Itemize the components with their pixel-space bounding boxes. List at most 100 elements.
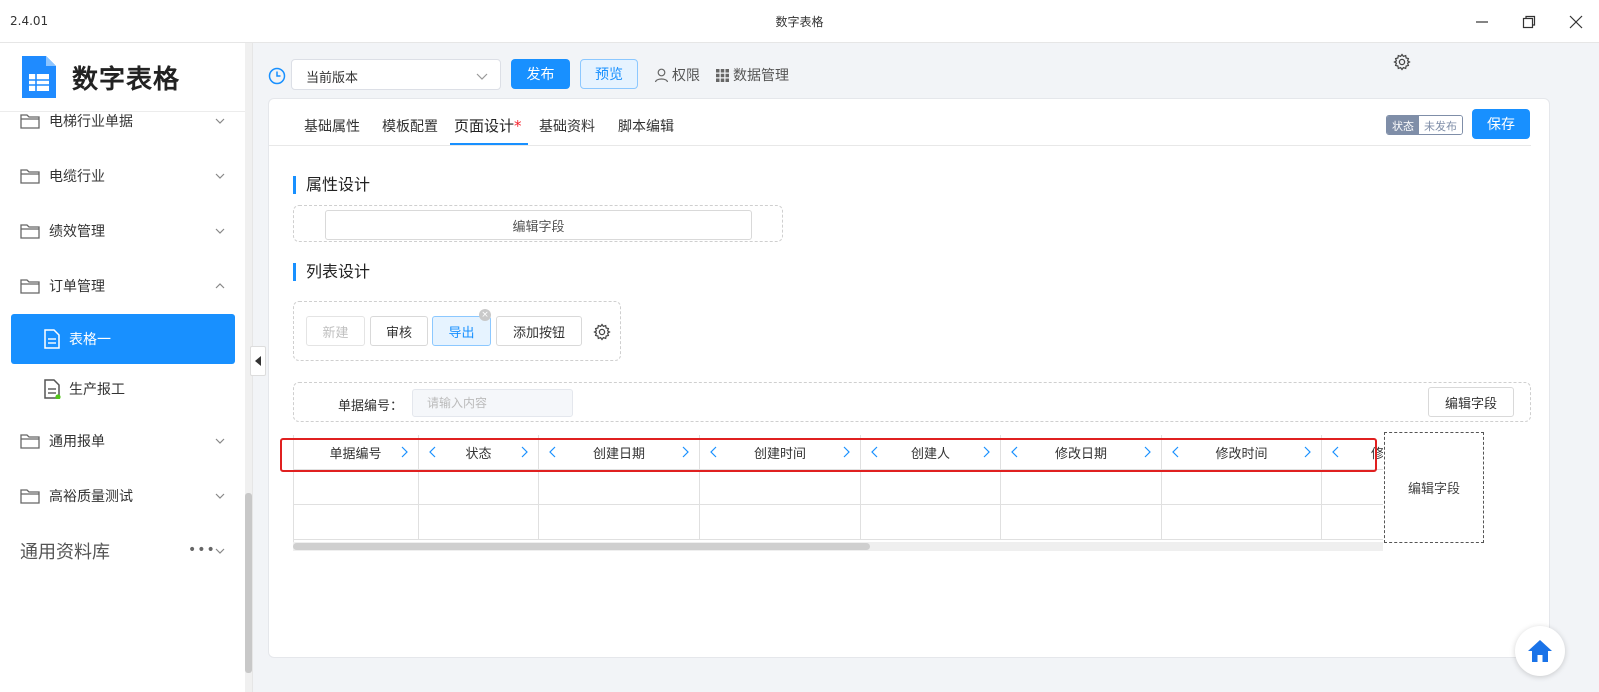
permission-link[interactable]: 权限 xyxy=(654,65,700,85)
folder-icon xyxy=(20,489,40,504)
sidebar: 电梯行业单据 电缆行业 绩效管理 订单管理 表格一 生产报工 通用报单 高裕质量… xyxy=(0,43,253,692)
table-row xyxy=(293,505,1383,540)
publish-button[interactable]: 发布 xyxy=(511,59,570,89)
chevron-down-icon[interactable] xyxy=(214,545,226,557)
document-icon xyxy=(44,379,61,399)
table-cell xyxy=(293,505,419,540)
sidebar-item-cable[interactable]: 电缆行业 xyxy=(0,151,247,201)
chevron-right-icon[interactable] xyxy=(518,445,530,459)
collapse-sidebar-button[interactable] xyxy=(250,346,266,376)
chevron-left-icon[interactable] xyxy=(1170,445,1182,459)
more-icon[interactable]: ••• xyxy=(188,542,216,558)
scrollbar-thumb[interactable] xyxy=(245,493,252,673)
chevron-left-icon[interactable] xyxy=(1009,445,1021,459)
chevron-left-icon[interactable] xyxy=(1330,445,1342,459)
add-button-button[interactable]: 添加按钮 xyxy=(496,316,582,346)
sidebar-subitem-label: 表格一 xyxy=(69,332,111,348)
preview-button[interactable]: 预览 xyxy=(580,59,638,89)
sidebar-divider xyxy=(0,111,252,112)
chevron-right-icon[interactable] xyxy=(1301,445,1313,459)
sidebar-item-orders[interactable]: 订单管理 xyxy=(0,261,247,311)
tab-script-edit[interactable]: 脚本编辑 xyxy=(618,116,674,136)
column-header[interactable]: 修改时间 xyxy=(1162,435,1322,470)
chevron-left-icon[interactable] xyxy=(708,445,720,459)
sidebar-item-label: 绩效管理 xyxy=(49,224,105,240)
sidebar-subitem-production-report[interactable]: 生产报工 xyxy=(11,364,235,414)
tab-basic-properties[interactable]: 基础属性 xyxy=(304,116,360,136)
table-horizontal-scrollbar[interactable] xyxy=(293,542,1383,551)
column-header[interactable]: 创建人 xyxy=(861,435,1001,470)
data-manage-link[interactable]: 数据管理 xyxy=(715,65,789,85)
folder-icon xyxy=(20,279,40,294)
tab-template-config[interactable]: 模板配置 xyxy=(382,116,438,136)
folder-icon xyxy=(20,169,40,184)
column-header[interactable]: 单据编号 xyxy=(293,435,419,470)
chevron-left-icon[interactable] xyxy=(427,445,439,459)
chevron-right-icon[interactable] xyxy=(398,445,410,459)
restore-button[interactable] xyxy=(1515,8,1543,36)
folder-icon xyxy=(20,114,40,129)
version-select[interactable]: 当前版本 xyxy=(291,59,501,90)
table-cell xyxy=(293,470,419,505)
close-button[interactable] xyxy=(1562,8,1590,36)
column-header-label: 状态 xyxy=(465,446,492,462)
filter-edit-field-button[interactable]: 编辑字段 xyxy=(1428,387,1514,417)
chevron-right-icon[interactable] xyxy=(840,445,852,459)
table-cell xyxy=(419,505,539,540)
caret-left-icon xyxy=(255,356,261,366)
filter-area: 单据编号： 编辑字段 xyxy=(293,382,1531,422)
chevron-up-icon xyxy=(215,283,225,289)
column-header-label: 修改日期 xyxy=(1054,446,1107,462)
attr-edit-field-button[interactable]: 编辑字段 xyxy=(325,210,752,240)
minimize-button[interactable] xyxy=(1468,8,1496,36)
attr-design-area: 编辑字段 xyxy=(293,205,783,242)
new-button[interactable]: 新建 xyxy=(306,316,365,346)
user-icon xyxy=(654,68,669,82)
column-header[interactable]: 修改日期 xyxy=(1001,435,1162,470)
sidebar-item-label: 高裕质量测试 xyxy=(49,489,133,505)
attr-design-title: 属性设计 xyxy=(293,176,370,194)
tab-page-design[interactable]: 页面设计* xyxy=(454,115,522,136)
table-edit-field-button[interactable]: 编辑字段 xyxy=(1384,432,1484,543)
table-cell xyxy=(1001,470,1162,505)
document-icon xyxy=(44,329,60,349)
chevron-right-icon[interactable] xyxy=(1141,445,1153,459)
button-settings-gear-icon[interactable] xyxy=(593,323,611,341)
chevron-down-icon xyxy=(215,173,225,179)
sidebar-item-label: 电缆行业 xyxy=(49,169,105,185)
scrollbar-thumb[interactable] xyxy=(293,543,870,550)
column-header[interactable]: 创建日期 xyxy=(539,435,700,470)
column-header[interactable]: 修 xyxy=(1322,435,1383,470)
sidebar-item-general-report[interactable]: 通用报单 xyxy=(0,416,247,466)
tab-basic-data[interactable]: 基础资料 xyxy=(539,116,595,136)
save-button[interactable]: 保存 xyxy=(1472,109,1530,139)
chevron-right-icon[interactable] xyxy=(980,445,992,459)
table-cell xyxy=(1322,470,1383,505)
column-header-label: 修改时间 xyxy=(1215,446,1268,462)
sidebar-subitem-table-one[interactable]: 表格一 xyxy=(11,314,235,364)
sidebar-subitem-label: 生产报工 xyxy=(69,382,125,398)
chevron-right-icon[interactable] xyxy=(679,445,691,459)
home-button[interactable] xyxy=(1515,626,1565,676)
column-header[interactable]: 创建时间 xyxy=(700,435,861,470)
doc-number-input[interactable] xyxy=(412,389,573,417)
column-header[interactable]: 状态 xyxy=(419,435,539,470)
audit-button[interactable]: 审核 xyxy=(370,316,428,346)
table-cell xyxy=(1162,470,1322,505)
chevron-left-icon[interactable] xyxy=(869,445,881,459)
folder-icon xyxy=(20,434,40,449)
sidebar-item-label: 订单管理 xyxy=(49,279,105,295)
sidebar-item-quality-test[interactable]: 高裕质量测试 xyxy=(0,471,247,521)
sidebar-item-performance[interactable]: 绩效管理 xyxy=(0,206,247,256)
chevron-left-icon[interactable] xyxy=(547,445,559,459)
table-cell xyxy=(539,470,700,505)
remove-export-icon[interactable]: × xyxy=(479,309,491,321)
tab-bar: 基础属性 模板配置 页面设计* 基础资料 脚本编辑 状态 未发布 保存 xyxy=(269,99,1531,146)
chevron-down-icon xyxy=(476,73,488,80)
restore-icon xyxy=(1522,15,1536,29)
folder-icon xyxy=(20,224,40,239)
version-select-value: 当前版本 xyxy=(306,71,359,86)
library-title[interactable]: 通用资料库 xyxy=(20,538,110,564)
settings-gear-icon[interactable] xyxy=(1393,53,1411,71)
app-logo-icon xyxy=(22,56,56,98)
